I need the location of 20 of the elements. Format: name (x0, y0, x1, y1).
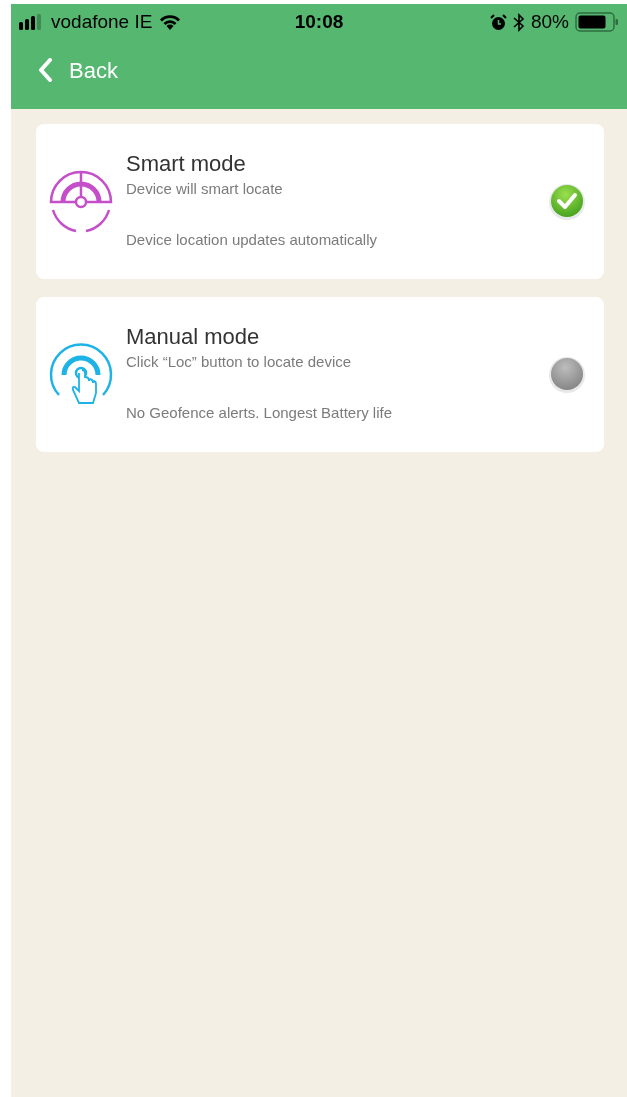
back-chevron-icon (38, 58, 53, 82)
wifi-icon (158, 13, 183, 31)
unselected-radio-icon[interactable] (548, 355, 586, 394)
clock-time: 10:08 (294, 9, 344, 34)
mode-note: Device location updates automatically (126, 230, 378, 251)
carrier-name: vodafone IE (51, 9, 153, 34)
alarm-icon (490, 13, 507, 31)
mode-title: Smart mode (126, 151, 247, 178)
radar-icon (49, 169, 113, 234)
mode-card[interactable]: Smart mode Device will smart locate Device location updates automatically (36, 124, 604, 279)
mode-note: No Geofence alerts. Longest Battery life (126, 403, 393, 424)
mode-description: Device will smart locate (126, 178, 284, 199)
battery-percent: 80% (531, 9, 569, 34)
bluetooth-icon (513, 12, 525, 32)
selected-check-icon[interactable] (548, 182, 586, 221)
mode-description: Click “Loc” button to locate device (126, 351, 353, 372)
mode-card[interactable]: Manual mode Click “Loc” button to locate device No Geofence alerts. Longest Battery life (36, 297, 604, 452)
mode-title: Manual mode (126, 324, 261, 351)
battery-icon (575, 12, 619, 32)
tap-finger-icon (49, 342, 113, 407)
